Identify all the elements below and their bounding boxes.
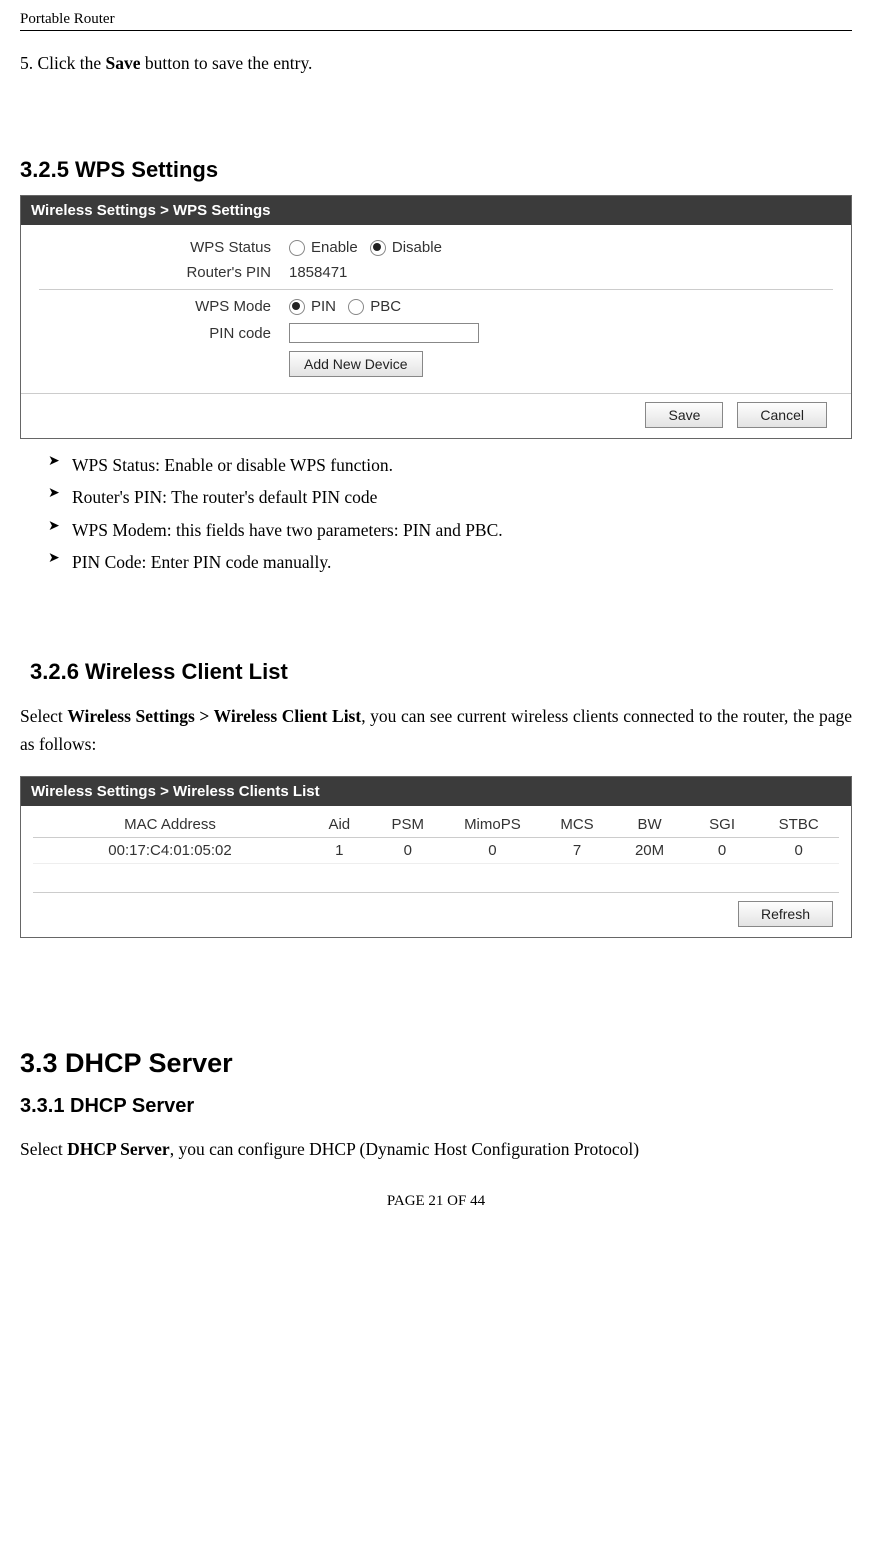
- cell-psm: 0: [372, 837, 445, 863]
- page-number: PAGE 21 OF 44: [20, 1193, 852, 1210]
- wps-status-label: WPS Status: [39, 239, 289, 256]
- clients-list-panel: Wireless Settings > Wireless Clients Lis…: [20, 776, 852, 938]
- col-mac: MAC Address: [33, 812, 307, 838]
- pin-code-label: PIN code: [39, 325, 289, 342]
- sec326-para: Select Wireless Settings > Wireless Clie…: [20, 702, 852, 758]
- col-mcs: MCS: [541, 812, 614, 838]
- p326-bold: Wireless Settings > Wireless Client List: [67, 706, 361, 726]
- intro-suffix: button to save the entry.: [141, 53, 313, 73]
- wps-enable-text: Enable: [311, 239, 358, 256]
- bullet-item: WPS Status: Enable or disable WPS functi…: [48, 449, 852, 481]
- cancel-button[interactable]: Cancel: [737, 402, 827, 428]
- divider: [39, 289, 833, 290]
- table-header-row: MAC Address Aid PSM MimoPS MCS BW SGI ST…: [33, 812, 839, 838]
- p33-suffix: , you can configure DHCP (Dynamic Host C…: [170, 1139, 639, 1159]
- wps-bullet-list: WPS Status: Enable or disable WPS functi…: [20, 449, 852, 579]
- bullet-item: WPS Modem: this fields have two paramete…: [48, 514, 852, 546]
- cell-mimops: 0: [444, 837, 541, 863]
- wps-disable-text: Disable: [392, 239, 442, 256]
- save-button[interactable]: Save: [645, 402, 723, 428]
- router-pin-label: Router's PIN: [39, 264, 289, 281]
- col-stbc: STBC: [758, 812, 839, 838]
- wps-pbc-radio[interactable]: [348, 299, 364, 315]
- p326-prefix: Select: [20, 706, 67, 726]
- wps-pin-text: PIN: [311, 298, 336, 315]
- bullet-item: PIN Code: Enter PIN code manually.: [48, 546, 852, 578]
- cell-stbc: 0: [758, 837, 839, 863]
- wps-mode-label: WPS Mode: [39, 298, 289, 315]
- wps-disable-radio[interactable]: [370, 240, 386, 256]
- col-sgi: SGI: [686, 812, 759, 838]
- pin-code-input[interactable]: [289, 323, 479, 343]
- col-psm: PSM: [372, 812, 445, 838]
- clients-panel-title: Wireless Settings > Wireless Clients Lis…: [21, 777, 851, 806]
- cell-sgi: 0: [686, 837, 759, 863]
- intro-bold: Save: [106, 53, 141, 73]
- refresh-button[interactable]: Refresh: [738, 901, 833, 927]
- divider: [33, 892, 839, 893]
- cell-bw: 20M: [613, 837, 686, 863]
- wps-enable-radio[interactable]: [289, 240, 305, 256]
- col-mimops: MimoPS: [444, 812, 541, 838]
- clients-table: MAC Address Aid PSM MimoPS MCS BW SGI ST…: [33, 812, 839, 864]
- sec33-para: Select DHCP Server, you can configure DH…: [20, 1135, 852, 1163]
- cell-mac: 00:17:C4:01:05:02: [33, 837, 307, 863]
- cell-aid: 1: [307, 837, 371, 863]
- wps-pin-radio[interactable]: [289, 299, 305, 315]
- col-bw: BW: [613, 812, 686, 838]
- cell-mcs: 7: [541, 837, 614, 863]
- intro-prefix: 5. Click the: [20, 53, 106, 73]
- heading-325: 3.2.5 WPS Settings: [20, 157, 852, 183]
- intro-line: 5. Click the Save button to save the ent…: [20, 49, 852, 77]
- router-pin-value: 1858471: [289, 264, 347, 281]
- heading-331: 3.3.1 DHCP Server: [20, 1095, 852, 1118]
- col-aid: Aid: [307, 812, 371, 838]
- table-row: 00:17:C4:01:05:02 1 0 0 7 20M 0 0: [33, 837, 839, 863]
- wps-settings-panel: Wireless Settings > WPS Settings WPS Sta…: [20, 195, 852, 439]
- wps-panel-title: Wireless Settings > WPS Settings: [21, 196, 851, 225]
- add-new-device-button[interactable]: Add New Device: [289, 351, 423, 377]
- heading-33: 3.3 DHCP Server: [20, 1048, 852, 1079]
- p33-bold: DHCP Server: [67, 1139, 170, 1159]
- heading-326: 3.2.6 Wireless Client List: [30, 659, 852, 685]
- p33-prefix: Select: [20, 1139, 67, 1159]
- doc-header: Portable Router: [20, 11, 115, 27]
- wps-pbc-text: PBC: [370, 298, 401, 315]
- bullet-item: Router's PIN: The router's default PIN c…: [48, 481, 852, 513]
